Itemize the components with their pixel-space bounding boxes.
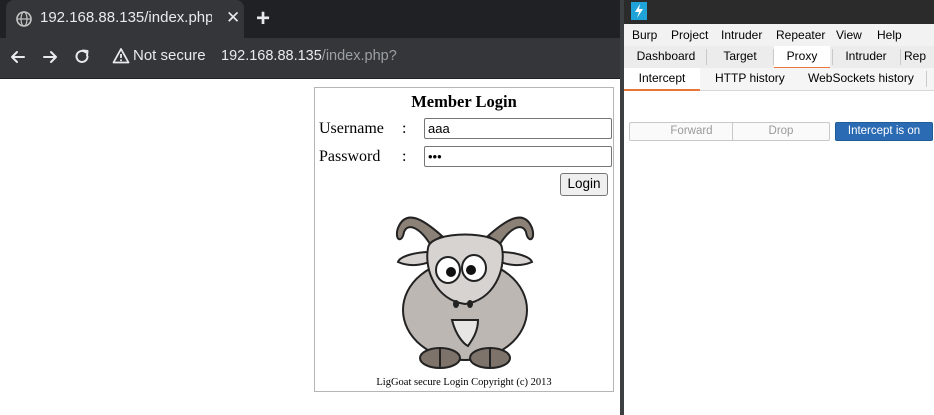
login-button[interactable]: Login <box>560 173 608 196</box>
back-arrow-icon[interactable] <box>8 47 28 67</box>
tab-intruder[interactable]: Intruder <box>834 46 898 67</box>
tab-separator <box>706 49 707 65</box>
menu-help[interactable]: Help <box>877 28 902 42</box>
drop-button[interactable]: Drop <box>732 122 830 141</box>
lightning-icon <box>635 4 643 18</box>
password-colon: : <box>402 148 407 165</box>
burp-titlebar <box>624 0 934 24</box>
login-form: Member Login Username : aaa Password : •… <box>314 87 614 392</box>
subtab-websockets-history[interactable]: WebSockets history <box>808 68 914 89</box>
warning-icon[interactable] <box>112 47 130 65</box>
subtab-intercept[interactable]: Intercept <box>624 68 700 91</box>
url-field[interactable]: 192.168.88.135/index.php? <box>221 48 397 64</box>
page-title: Member Login <box>411 92 517 111</box>
username-colon: : <box>402 120 407 137</box>
menu-view[interactable]: View <box>836 28 862 42</box>
goat-logo-image <box>395 216 535 369</box>
tab-separator <box>926 71 927 87</box>
proxy-subtabs: Intercept HTTP history WebSockets histor… <box>624 68 934 91</box>
menu-intruder[interactable]: Intruder <box>721 28 762 42</box>
url-host: 192.168.88.135 <box>221 48 322 64</box>
tab-proxy[interactable]: Proxy <box>774 46 830 69</box>
subtab-http-history[interactable]: HTTP history <box>715 68 785 89</box>
new-tab-button[interactable]: + <box>256 6 270 32</box>
menu-project[interactable]: Project <box>671 28 708 42</box>
tab-repeater[interactable]: Rep <box>904 46 934 67</box>
forward-arrow-icon[interactable] <box>40 47 60 67</box>
username-label: Username <box>319 120 384 137</box>
tab-target[interactable]: Target <box>708 46 772 67</box>
tab-separator <box>900 49 901 65</box>
username-field[interactable]: aaa <box>424 118 612 139</box>
tab-separator <box>832 49 833 65</box>
burp-suite-window: Burp Project Intruder Repeater View Help… <box>620 0 934 415</box>
browser-tab[interactable]: 192.168.88.135/index.php? ✕ <box>6 0 244 38</box>
menu-burp[interactable]: Burp <box>632 28 657 42</box>
copyright-text: LigGoat secure Login Copyright (c) 2013 <box>376 377 552 388</box>
url-path: /index.php? <box>321 48 397 64</box>
password-field[interactable]: ••• <box>424 146 612 167</box>
tab-strip: 192.168.88.135/index.php? ✕ + <box>0 0 620 38</box>
password-label: Password <box>319 148 381 165</box>
tab-dashboard[interactable]: Dashboard <box>628 46 704 67</box>
globe-icon <box>16 11 32 27</box>
intercept-toggle-button[interactable]: Intercept is on <box>835 122 933 141</box>
security-label[interactable]: Not secure <box>133 47 206 64</box>
burp-menu-bar: Burp Project Intruder Repeater View Help <box>624 24 934 46</box>
browser-window: 192.168.88.135/index.php? ✕ + Not secure… <box>0 0 620 415</box>
burp-main-tabs: Dashboard Target Proxy Intruder Rep <box>624 46 934 69</box>
burp-logo-icon <box>631 2 647 20</box>
address-toolbar: Not secure 192.168.88.135/index.php? <box>0 38 620 79</box>
close-tab-icon[interactable]: ✕ <box>226 9 240 27</box>
menu-repeater[interactable]: Repeater <box>776 28 825 42</box>
tab-title: 192.168.88.135/index.php? <box>40 9 212 26</box>
reload-icon[interactable] <box>72 47 92 67</box>
